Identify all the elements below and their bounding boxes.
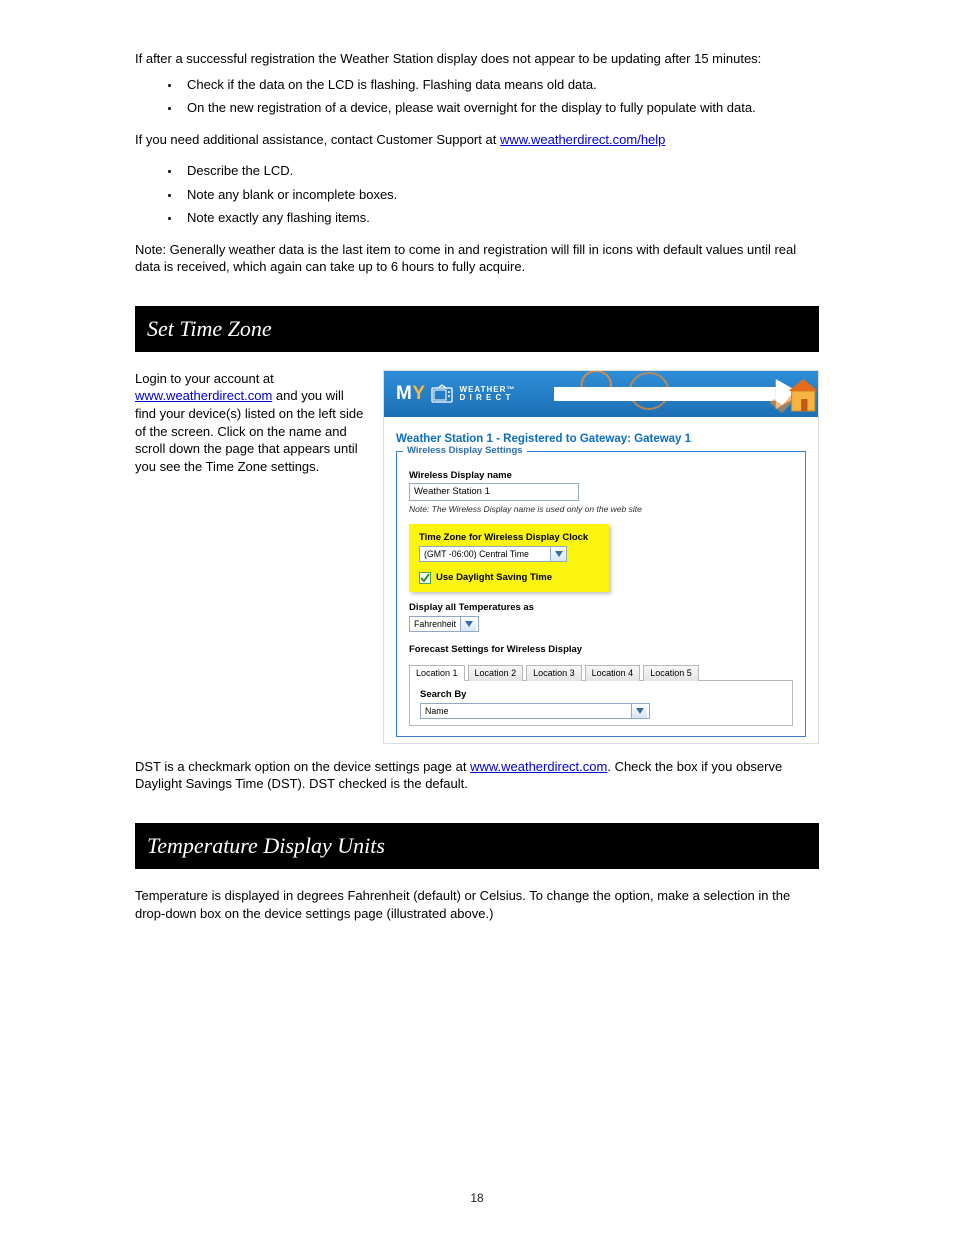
tz-select[interactable]: (GMT -06:00) Central Time [419,546,567,562]
bullet-b-2: Note exactly any flashing items. [181,209,819,227]
tz-left-pre: Login to your account at [135,371,274,386]
banner-graphic [554,371,818,417]
settings-screenshot: MY WEATHER™ D I R E C T [383,370,819,744]
page-number: 18 [470,1191,483,1205]
name-label: Wireless Display name [409,470,793,481]
temp-paragraph: Temperature is displayed in degrees Fahr… [135,887,819,922]
timezone-highlight: Time Zone for Wireless Display Clock (GM… [409,524,609,592]
tab-location-3[interactable]: Location 3 [526,665,582,681]
display-settings-fieldset: Wireless Display Settings Wireless Displ… [396,451,806,737]
bullet-a-1: On the new registration of a device, ple… [181,99,819,117]
bullet-list-a: Check if the data on the LCD is flashing… [135,76,819,117]
brand-my-m: M [396,383,412,404]
chevron-down-icon [631,704,647,718]
heading-set-time-zone: Set Time Zone [135,306,819,352]
tz-label: Time Zone for Wireless Display Clock [419,532,599,543]
search-by-select[interactable]: Name [420,703,650,719]
display-name-input[interactable] [409,483,579,501]
intro-text: If after a successful registration the W… [135,50,819,68]
bullet-b-0: Describe the LCD. [181,162,819,180]
tab-location-2[interactable]: Location 2 [468,665,524,681]
name-note: Note: The Wireless Display name is used … [409,504,793,514]
forecast-label: Forecast Settings for Wireless Display [409,644,793,655]
tab-location-5[interactable]: Location 5 [643,665,699,681]
note-paragraph: Note: Generally weather data is the last… [135,241,819,276]
shot-title: Weather Station 1 - Registered to Gatewa… [396,433,806,445]
tab-location-4[interactable]: Location 4 [585,665,641,681]
bullet-a-0: Check if the data on the LCD is flashing… [181,76,819,94]
temp-display-label: Display all Temperatures as [409,602,793,613]
tab-panel: Search By Name [409,680,793,726]
bullet-b-1: Note any blank or incomplete boxes. [181,186,819,204]
brand-my-y: Y [412,383,425,404]
location-tabs: Location 1 Location 2 Location 3 Locatio… [409,665,793,681]
dst-checkbox[interactable] [419,572,431,584]
chevron-down-icon [460,617,476,631]
heading-temperature-units: Temperature Display Units [135,823,819,869]
check-icon [420,573,430,583]
bullet-list-b: Describe the LCD. Note any blank or inco… [135,162,819,227]
tz-left-link[interactable]: www.weatherdirect.com [135,388,272,403]
brand-text: WEATHER™ D I R E C T [458,386,516,402]
help-line-pre: If you need additional assistance, conta… [135,132,500,147]
search-by-value: Name [425,706,631,716]
fieldset-legend: Wireless Display Settings [403,445,527,456]
dst-label: Use Daylight Saving Time [436,572,552,583]
help-line: If you need additional assistance, conta… [135,131,819,149]
brand-banner: MY WEATHER™ D I R E C T [384,371,818,417]
temp-unit-value: Fahrenheit [414,619,460,629]
brand-line2: D I R E C T [460,394,516,402]
tv-icon [430,384,454,404]
tz-select-value: (GMT -06:00) Central Time [424,549,550,559]
dst-link[interactable]: www.weatherdirect.com [470,759,607,774]
search-by-label: Search By [420,689,782,700]
tz-left-para: Login to your account at www.weatherdire… [135,370,365,475]
brand-my: MY [396,383,426,405]
tab-location-1[interactable]: Location 1 [409,665,465,681]
dst-para-pre: DST is a checkmark option on the device … [135,759,470,774]
chevron-down-icon [550,547,566,561]
dst-paragraph: DST is a checkmark option on the device … [135,758,819,793]
help-link[interactable]: www.weatherdirect.com/help [500,132,665,147]
temp-unit-select[interactable]: Fahrenheit [409,616,479,632]
